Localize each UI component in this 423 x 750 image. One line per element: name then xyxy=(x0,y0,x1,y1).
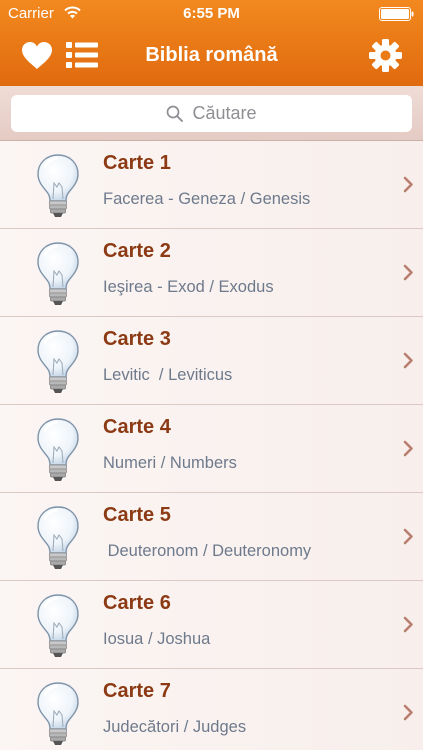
search-bar: Căutare xyxy=(0,86,423,141)
search-placeholder: Căutare xyxy=(192,103,257,123)
list-item[interactable]: Carte 5 Deuteronom / Deuteronomy xyxy=(0,493,423,581)
light-bulb-icon xyxy=(37,154,79,217)
row-title: Carte 6 xyxy=(103,592,171,614)
list-item[interactable]: Carte 3 Levitic / Leviticus xyxy=(0,317,423,405)
row-subtitle: Ieşirea - Exod / Exodus xyxy=(103,278,274,296)
row-title: Carte 7 xyxy=(103,680,171,702)
chevron-right-icon xyxy=(403,264,413,281)
search-input[interactable]: Căutare xyxy=(11,95,412,132)
chevron-right-icon xyxy=(403,704,413,721)
light-bulb-icon xyxy=(37,506,79,569)
row-subtitle: Facerea - Geneza / Genesis xyxy=(103,190,311,208)
row-subtitle: Iosua / Joshua xyxy=(103,630,211,648)
nav-bar: Biblia română xyxy=(0,28,423,86)
status-bar: Carrier 6:55 PM xyxy=(0,0,423,28)
row-title: Carte 2 xyxy=(103,240,171,262)
header: Carrier 6:55 PM Biblia română xyxy=(0,0,423,86)
chevron-right-icon xyxy=(403,528,413,545)
row-title: Carte 5 xyxy=(103,504,171,526)
light-bulb-icon xyxy=(37,682,79,745)
list-item[interactable]: Carte 4 Numeri / Numbers xyxy=(0,405,423,493)
light-bulb-icon xyxy=(37,330,79,393)
row-subtitle: Deuteronom / Deuteronomy xyxy=(103,542,312,560)
row-subtitle: Judecători / Judges xyxy=(103,718,247,736)
gear-icon[interactable] xyxy=(369,39,402,72)
row-subtitle: Levitic / Leviticus xyxy=(103,366,233,384)
page-title: Biblia română xyxy=(145,44,278,66)
light-bulb-icon xyxy=(37,594,79,657)
light-bulb-icon xyxy=(37,242,79,305)
row-title: Carte 3 xyxy=(103,328,171,350)
status-time: 6:55 PM xyxy=(183,5,240,22)
row-subtitle: Numeri / Numbers xyxy=(103,454,237,472)
list-item[interactable]: Carte 7 Judecători / Judges xyxy=(0,669,423,750)
app-screen: Carrier 6:55 PM Biblia română Căutare Ca… xyxy=(0,0,423,750)
chevron-right-icon xyxy=(403,616,413,633)
battery-icon xyxy=(379,7,414,21)
book-list: Carte 1 Facerea - Geneza / Genesis Carte… xyxy=(0,141,423,750)
light-bulb-icon xyxy=(37,418,79,481)
list-item[interactable]: Carte 1 Facerea - Geneza / Genesis xyxy=(0,141,423,229)
search-icon xyxy=(167,105,184,122)
chevron-right-icon xyxy=(403,176,413,193)
chevron-right-icon xyxy=(403,440,413,457)
chevron-right-icon xyxy=(403,352,413,369)
list-item[interactable]: Carte 2 Ieşirea - Exod / Exodus xyxy=(0,229,423,317)
row-title: Carte 4 xyxy=(103,416,171,438)
row-title: Carte 1 xyxy=(103,152,171,174)
list-item[interactable]: Carte 6 Iosua / Joshua xyxy=(0,581,423,669)
